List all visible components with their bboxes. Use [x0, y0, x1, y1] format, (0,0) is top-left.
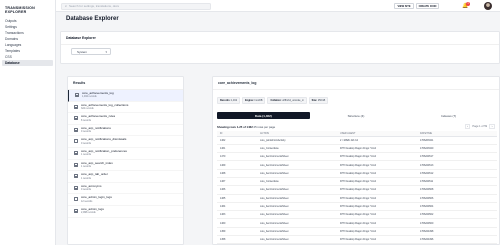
table-meta: Records: 1,462 Engine: InnoDB Collation:…: [217, 97, 329, 104]
table-icon: [74, 116, 78, 121]
list-item-count: 0 records: [81, 188, 91, 192]
top-bar: ⌕ Search for settings, translations, doc…: [56, 0, 500, 12]
list-item[interactable]: core_achievements_log_collections 324 rec…: [68, 102, 183, 114]
list-item[interactable]: core_admin_login_logs 12 records: [68, 194, 183, 206]
table-icon: [74, 162, 78, 167]
detail-title: core_achievements_log: [213, 77, 499, 90]
avatar[interactable]: [484, 2, 492, 10]
next-page-button[interactable]: ›: [489, 124, 495, 129]
list-item-count: 2,068 records: [81, 211, 96, 215]
search-icon: ⌕: [65, 4, 68, 8]
pagination: ‹ Page 1 of 59 ›: [464, 124, 495, 129]
table-row[interactable]: 1458 core_ItemCommentsSheet DHY Desktop Fl…: [217, 235, 497, 244]
sidebar: TRANSMISSION EXPLORER Outputs Settings T…: [0, 0, 56, 245]
rows-info: Showing rows 1-25 of 1462 25 rows per pa…: [217, 125, 275, 129]
list-item-count: 1,462 records: [82, 95, 97, 99]
data-table: ID ACTION USER AGENT DATETIME 1462 core_p…: [217, 131, 497, 244]
table-row[interactable]: 1462 core_pointsFromActivity 2 / 1682b 421…: [217, 136, 497, 145]
table-icon: [74, 197, 78, 202]
list-item-count: 0 records: [81, 141, 91, 145]
detail-tabs: Data (1,462) Structure (4) Indexes (7): [217, 112, 495, 119]
list-item[interactable]: core_acp_tab_order 1 records: [68, 171, 183, 183]
table-icon: [74, 150, 78, 155]
list-item[interactable]: core_acp_notifications 0 records: [68, 125, 183, 137]
table-row[interactable]: 1464 core_ItemCommentsSheet DHY Desktop Fl…: [217, 202, 497, 212]
table-row[interactable]: 1459 core_ItemCommentsSheet DHY Desktop Fl…: [217, 227, 497, 237]
rows-range: Showing rows 1-25 of 1462: [217, 125, 253, 129]
table-icon: [74, 208, 78, 213]
table-row[interactable]: 1470 core_ItemCommentsSheet DHY Desktop Fl…: [217, 152, 497, 162]
rows-per-page: 25 rows per page: [253, 125, 276, 129]
meta-engine: Engine: InnoDB: [242, 97, 266, 104]
notification-badge: 1: [466, 1, 470, 6]
table-icon: [74, 174, 78, 179]
meta-records: Records: 1,462: [217, 97, 241, 104]
create-icon-button[interactable]: CREATE ICON: [416, 3, 439, 9]
list-item[interactable]: core_acronyms 0 records: [68, 183, 183, 195]
list-item-count: 1 records: [81, 164, 91, 168]
tab-data[interactable]: Data (1,462): [217, 112, 310, 119]
list-item[interactable]: core_acp_notifications_dismissals 0 recor…: [68, 136, 183, 148]
results-panel: Results core_achievements_log 1,462 recor…: [67, 76, 184, 245]
list-item-count: 0 records: [81, 130, 91, 134]
table-row[interactable]: 1468 core_ItemCommentsSheet DHY Desktop Fl…: [217, 169, 497, 179]
tab-indexes[interactable]: Indexes (7): [402, 112, 495, 119]
tab-structure[interactable]: Structure (4): [310, 112, 403, 119]
table-row[interactable]: 1469 core_ItemCommentsSheet DHY Desktop Fl…: [217, 160, 497, 170]
search-placeholder: Search for settings, translations, docs: [69, 4, 120, 8]
meta-size: Size: 256 kB: [308, 97, 329, 104]
sidebar-item-database[interactable]: Database: [2, 60, 53, 66]
list-item[interactable]: core_acp_notification_preferences 1 recor…: [68, 148, 183, 160]
database-select[interactable]: System ▾: [71, 48, 111, 55]
list-item[interactable]: core_acp_search_index 1 records: [68, 160, 183, 172]
table-icon: [74, 139, 78, 144]
table-row[interactable]: 1467 core_ContentLike DHY Desktop Flagon F…: [217, 177, 497, 187]
table-row[interactable]: 1463 core_ItemCommentsSheet DHY Desktop Fl…: [217, 210, 497, 220]
brand-logo: TRANSMISSION EXPLORER: [5, 6, 35, 14]
database-select-value: System: [77, 49, 88, 54]
prev-page-button[interactable]: ‹: [464, 124, 471, 129]
view-site-button[interactable]: VIEW SITE: [394, 3, 414, 9]
page-indicator: Page 1 of 59: [472, 125, 488, 128]
meta-collation: Collation: utf8mb4_unicode_ci: [267, 97, 307, 104]
search-input[interactable]: ⌕ Search for settings, translations, doc…: [61, 2, 211, 10]
list-item[interactable]: core_achievements_log 1,462 records: [68, 90, 183, 102]
list-item-count: 324 records: [81, 107, 94, 110]
table-detail-panel: core_achievements_log Records: 1,462 Eng…: [212, 76, 500, 245]
list-item[interactable]: core_admin_logs 2,068 records: [68, 206, 183, 218]
panel-title: Database Explorer: [61, 32, 499, 45]
table-row[interactable]: 1466 core_ItemCommentsSheet DHY Desktop Fl…: [217, 185, 497, 195]
page-title: Database Explorer: [66, 16, 119, 22]
database-selector-panel: Database Explorer System ▾: [60, 31, 500, 64]
table-icon: [75, 93, 79, 97]
table-row[interactable]: 1461 core_ContentLike DHY Desktop Flagon F…: [217, 144, 497, 154]
list-item-count: 12 records: [81, 199, 93, 203]
table-icon: [74, 127, 78, 132]
results-title: Results: [68, 77, 183, 90]
table-row[interactable]: 1460 core_ItemCommentsSheet DHY Desktop Fl…: [217, 218, 497, 228]
list-item[interactable]: core_achievements_rules 8 records: [68, 113, 183, 125]
list-item-count: 1 records: [81, 176, 91, 180]
table-icon: [74, 185, 78, 190]
list-item-count: 1 records: [81, 153, 91, 157]
table-row[interactable]: 1465 core_ItemCommentsSheet DHY Desktop Fl…: [217, 194, 497, 203]
chevron-down-icon: ▾: [105, 49, 107, 54]
list-item-count: 8 records: [81, 118, 91, 122]
table-icon: [74, 104, 78, 109]
